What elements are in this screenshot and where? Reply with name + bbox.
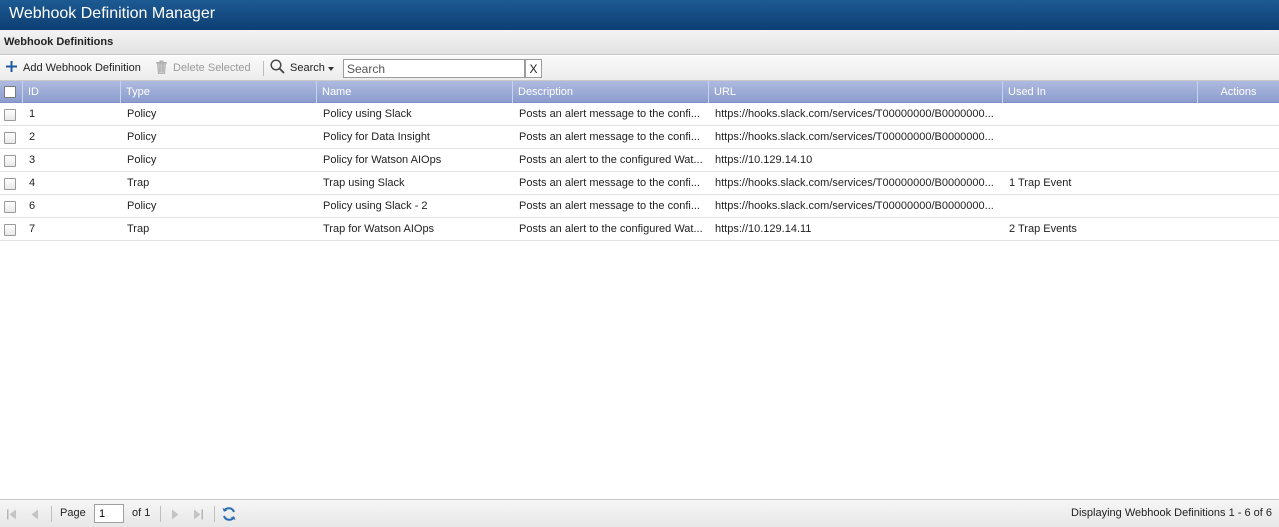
delete-selected-label: Delete Selected [173,62,251,74]
column-header-type[interactable]: Type [121,81,317,103]
cell-url: https://hooks.slack.com/services/T000000… [715,131,994,143]
cell-type: Policy [127,131,157,143]
trash-icon [155,60,168,77]
cell-used-in: 2 Trap Events [1009,223,1077,235]
cell-description: Posts an alert message to the confi... [519,200,700,212]
plus-icon [6,61,17,75]
cell-used-in [1003,126,1198,148]
row-checkbox[interactable] [4,109,16,121]
cell-url: https://hooks.slack.com/services/T000000… [715,200,994,212]
cell-id: 6 [29,200,36,212]
cell-used-in [1003,149,1198,171]
last-page-icon [192,509,204,520]
cell-description: Posts an alert to the configured Wat... [519,223,703,235]
refresh-button[interactable] [221,506,237,522]
cell-id: 4 [29,177,36,189]
cell-description: Posts an alert to the configured Wat... [519,154,703,166]
table-row[interactable]: 4 Trap Trap using Slack Posts an alert m… [0,172,1279,195]
search-input[interactable] [343,59,525,78]
search-dropdown-button[interactable]: Search [270,56,334,80]
first-page-button[interactable] [4,506,20,522]
grid-header: ID Type Name Description URL Used In Act… [0,81,1279,103]
cell-id: 2 [29,131,36,143]
add-webhook-button[interactable]: Add Webhook Definition [6,56,141,80]
select-all-cell [0,81,23,103]
delete-selected-button[interactable]: Delete Selected [155,56,251,80]
search-label: Search [290,62,325,74]
table-row[interactable]: 2 Policy Policy for Data Insight Posts a… [0,126,1279,149]
cell-name: Policy using Slack [323,108,412,120]
row-checkbox[interactable] [4,155,16,167]
pager-divider [160,506,161,522]
column-header-name[interactable]: Name [317,81,513,103]
column-header-url[interactable]: URL [709,81,1003,103]
cell-description: Posts an alert message to the confi... [519,108,700,120]
page-number-input[interactable] [94,504,124,523]
cell-id: 1 [29,108,36,120]
title-bar: Webhook Definition Manager [0,0,1279,30]
pager-divider [214,506,215,522]
add-webhook-label: Add Webhook Definition [23,62,141,74]
toolbar: Add Webhook Definition Delete Selected S… [0,56,1279,81]
cell-type: Trap [127,223,150,235]
paging-status: Displaying Webhook Definitions 1 - 6 of … [1071,507,1272,519]
cell-type: Trap [127,177,150,189]
cell-type: Policy [127,200,157,212]
cell-id: 3 [29,154,36,166]
previous-page-button[interactable] [27,506,43,522]
panel-title: Webhook Definitions [4,36,114,48]
chevron-down-icon [327,62,334,74]
paging-toolbar: Page of 1 Displaying Webhook Definitions… [0,499,1279,527]
page-label: Page [60,507,86,519]
first-page-icon [6,509,18,520]
cell-name: Policy for Data Insight [323,131,430,143]
page-count-label: of 1 [132,507,151,519]
column-header-description[interactable]: Description [513,81,709,103]
next-page-icon [170,509,180,520]
cell-type: Policy [127,108,157,120]
column-header-actions: Actions [1220,86,1257,98]
cell-url: https://hooks.slack.com/services/T000000… [715,177,994,189]
cell-description: Posts an alert message to the confi... [519,177,700,189]
cell-description: Posts an alert message to the confi... [519,131,700,143]
table-row[interactable]: 7 Trap Trap for Watson AIOps Posts an al… [0,218,1279,241]
toolbar-divider [263,61,264,76]
cell-name: Policy using Slack - 2 [323,200,428,212]
panel-header: Webhook Definitions [0,30,1279,55]
cell-url: https://hooks.slack.com/services/T000000… [715,108,994,120]
window-title: Webhook Definition Manager [9,5,216,22]
refresh-icon [221,506,237,522]
cell-used-in [1003,103,1198,125]
cell-name: Trap using Slack [323,177,405,189]
row-checkbox[interactable] [4,178,16,190]
column-header-used-in[interactable]: Used In [1003,81,1198,103]
cell-url: https://10.129.14.10 [715,154,813,166]
cell-name: Trap for Watson AIOps [323,223,435,235]
cell-url: https://10.129.14.11 [715,223,812,235]
table-row[interactable]: 1 Policy Policy using Slack Posts an ale… [0,103,1279,126]
previous-page-icon [30,509,40,520]
next-page-button[interactable] [167,506,183,522]
pager-divider [51,506,52,522]
search-icon [270,59,285,77]
table-row[interactable]: 6 Policy Policy using Slack - 2 Posts an… [0,195,1279,218]
column-header-id[interactable]: ID [23,81,121,103]
cell-id: 7 [29,223,36,235]
cell-used-in [1003,195,1198,217]
select-all-checkbox[interactable] [4,86,16,98]
row-checkbox[interactable] [4,224,16,236]
last-page-button[interactable] [190,506,206,522]
grid-body: 1 Policy Policy using Slack Posts an ale… [0,103,1279,241]
table-row[interactable]: 3 Policy Policy for Watson AIOps Posts a… [0,149,1279,172]
cell-name: Policy for Watson AIOps [323,154,442,166]
cell-type: Policy [127,154,157,166]
cell-used-in: 1 Trap Event [1009,177,1072,189]
row-checkbox[interactable] [4,201,16,213]
row-checkbox[interactable] [4,132,16,144]
clear-search-button[interactable]: X [525,59,542,78]
